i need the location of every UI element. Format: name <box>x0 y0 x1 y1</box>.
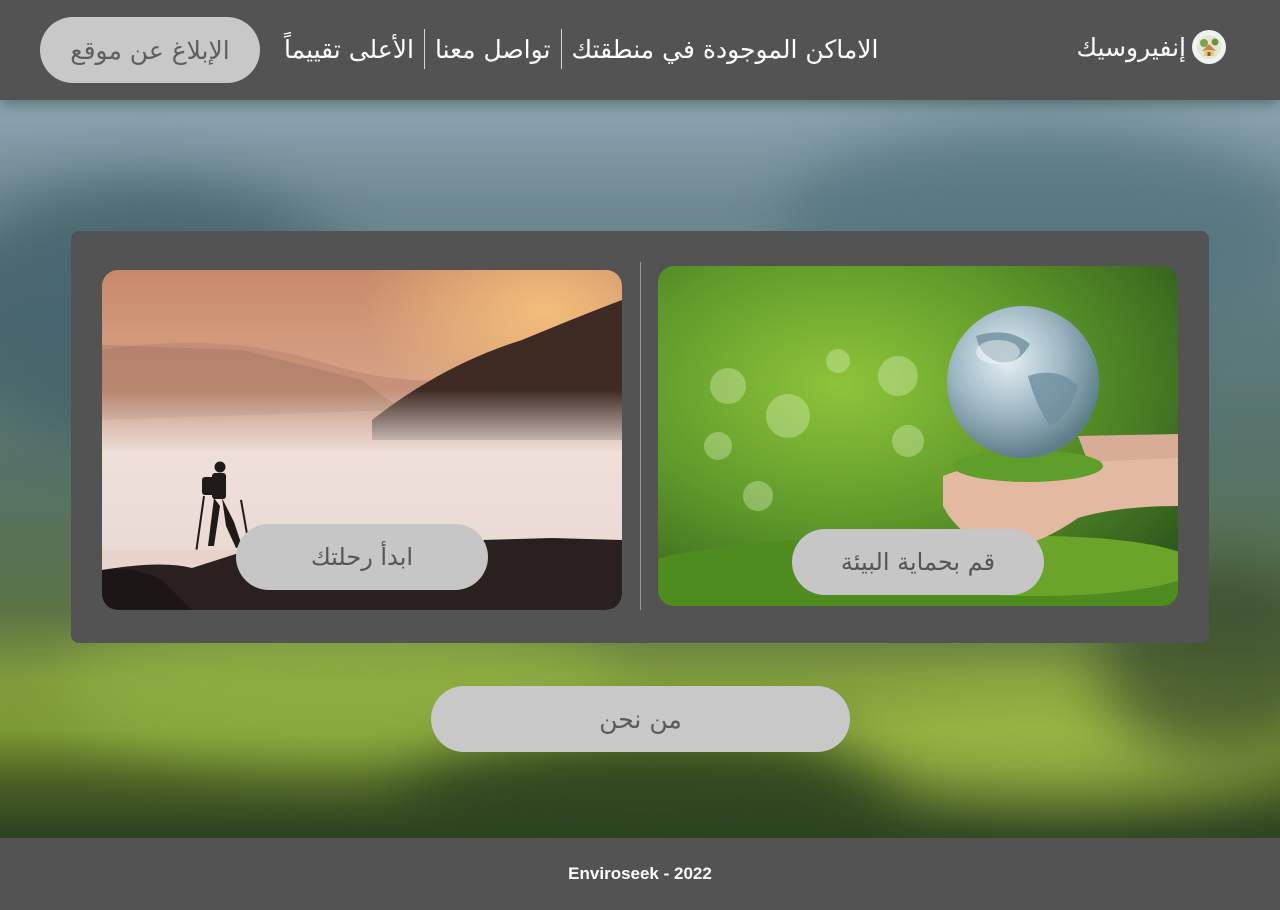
footer-copyright: Enviroseek - 2022 <box>568 864 712 883</box>
panel-divider <box>640 262 641 610</box>
main-nav: الأعلى تقييماً تواصل معنا الاماكن الموجو… <box>274 28 889 70</box>
nav-separator <box>423 29 425 69</box>
feature-panel: ابدأ رحلتك قم بحماية البيئة <box>71 231 1209 643</box>
protect-environment-button[interactable]: قم بحماية البيئة <box>792 529 1044 595</box>
brand[interactable]: إنفيروسيك <box>1076 30 1226 64</box>
nav-item-contact-us[interactable]: تواصل معنا <box>425 35 561 64</box>
about-us-button[interactable]: من نحن <box>431 686 850 752</box>
nav-item-places-near-you[interactable]: الاماكن الموجودة في منطقتك <box>562 35 889 64</box>
report-location-button[interactable]: الإبلاغ عن موقع <box>40 17 260 83</box>
house-logo-icon <box>1192 30 1226 64</box>
brand-name: إنفيروسيك <box>1076 32 1186 62</box>
protect-environment-card[interactable]: قم بحماية البيئة <box>658 266 1178 606</box>
start-journey-card[interactable]: ابدأ رحلتك <box>102 270 622 610</box>
nav-item-top-rated[interactable]: الأعلى تقييماً <box>274 35 424 64</box>
footer: Enviroseek - 2022 <box>0 838 1280 910</box>
start-journey-button[interactable]: ابدأ رحلتك <box>236 524 488 590</box>
nav-separator <box>560 29 562 69</box>
top-header: الإبلاغ عن موقع الأعلى تقييماً تواصل معن… <box>0 0 1280 100</box>
